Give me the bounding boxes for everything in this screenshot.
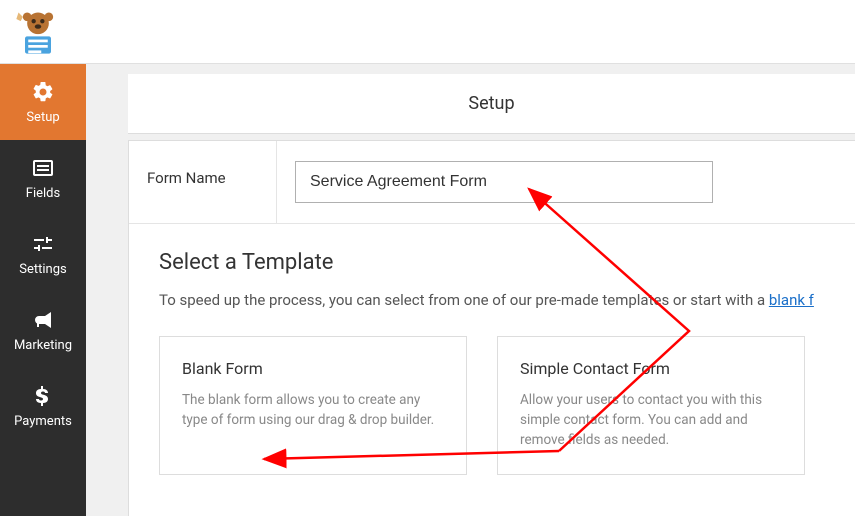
template-desc: To speed up the process, you can select … (159, 289, 825, 312)
sliders-icon (31, 232, 55, 256)
sidebar-item-payments[interactable]: Payments (0, 368, 86, 444)
sidebar-item-fields[interactable]: Fields (0, 140, 86, 216)
blank-form-link[interactable]: blank f (769, 291, 814, 309)
template-card-blank[interactable]: Blank Form The blank form allows you to … (159, 336, 467, 476)
app-logo (12, 6, 64, 58)
template-card-desc: Allow your users to contact you with thi… (520, 390, 782, 451)
sidebar-item-label: Setup (26, 110, 59, 125)
sidebar-item-label: Settings (19, 262, 66, 277)
template-card-title: Blank Form (182, 359, 444, 378)
template-title: Select a Template (159, 250, 825, 275)
form-icon (31, 156, 55, 180)
template-cards: Blank Form The blank form allows you to … (159, 336, 825, 476)
form-name-input[interactable] (295, 161, 713, 203)
template-desc-text: To speed up the process, you can select … (159, 291, 769, 309)
sidebar-item-setup[interactable]: Setup (0, 64, 86, 140)
sidebar-item-label: Payments (14, 414, 72, 429)
dollar-icon (31, 384, 55, 408)
bullhorn-icon (31, 308, 55, 332)
form-name-label: Form Name (129, 141, 277, 223)
gear-icon (31, 80, 55, 104)
template-section: Select a Template To speed up the proces… (129, 224, 855, 475)
template-card-desc: The blank form allows you to create any … (182, 390, 444, 431)
form-name-field-wrap (277, 141, 855, 223)
page-title: Setup (128, 74, 855, 134)
sidebar-item-label: Marketing (14, 338, 72, 353)
sidebar-item-marketing[interactable]: Marketing (0, 292, 86, 368)
sidebar-item-settings[interactable]: Settings (0, 216, 86, 292)
template-card-simple-contact[interactable]: Simple Contact Form Allow your users to … (497, 336, 805, 476)
topbar (0, 0, 855, 64)
sidebar: Setup Fields Settings Marketing (0, 64, 86, 516)
form-name-row: Form Name (129, 141, 855, 224)
template-card-title: Simple Contact Form (520, 359, 782, 378)
sidebar-item-label: Fields (26, 186, 60, 201)
setup-panel: Form Name Select a Template To speed up … (128, 140, 855, 516)
main-content: Setup Form Name Select a Template To spe… (86, 64, 855, 516)
